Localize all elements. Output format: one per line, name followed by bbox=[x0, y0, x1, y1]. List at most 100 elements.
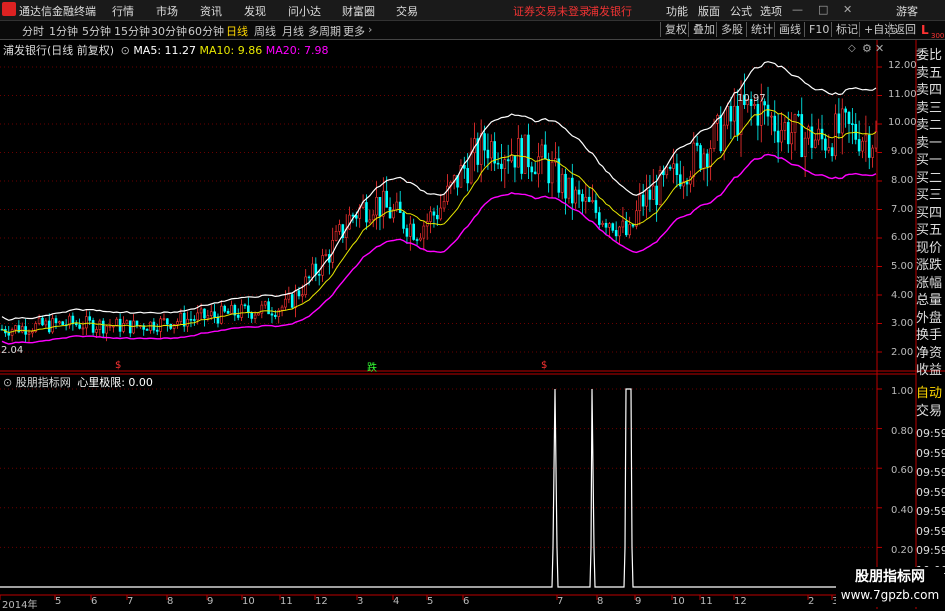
close-icon[interactable]: ✕ bbox=[843, 3, 852, 16]
settings-circle-icon[interactable]: ⊙ bbox=[121, 44, 130, 57]
candle-body bbox=[442, 201, 446, 209]
kline-chart[interactable] bbox=[0, 40, 945, 609]
menu-quotes[interactable]: 行情 bbox=[112, 3, 134, 19]
diamond-icon[interactable]: ◇ bbox=[848, 43, 856, 54]
menu-xiaoda[interactable]: 问小达 bbox=[288, 3, 321, 19]
period-toolbar: 分时 1分钟 5分钟 15分钟 30分钟 60分钟 日线 周线 月线 多周期 更… bbox=[0, 21, 945, 40]
overlay-button[interactable]: 叠加 bbox=[688, 22, 719, 37]
period-1min[interactable]: 1分钟 bbox=[49, 23, 78, 39]
candle-body bbox=[101, 320, 105, 334]
quote-row-change-pct[interactable]: 涨幅 bbox=[916, 275, 945, 293]
trade-tab[interactable]: 交易 bbox=[916, 403, 945, 421]
quote-row-volume[interactable]: 总量 bbox=[916, 292, 945, 310]
quote-row-change[interactable]: 涨跌 bbox=[916, 257, 945, 275]
candle-body bbox=[166, 318, 169, 325]
quote-row-turnover[interactable]: 换手 bbox=[916, 327, 945, 345]
multi-stock-button[interactable]: 多股 bbox=[716, 22, 747, 37]
trade-time: 09:59 bbox=[916, 544, 945, 557]
candle-body bbox=[230, 304, 233, 314]
quote-row-buy5[interactable]: 买五 bbox=[916, 222, 945, 240]
period-more[interactable]: 更多 bbox=[343, 23, 365, 39]
candle-body bbox=[209, 311, 213, 316]
quote-row-sell1[interactable]: 卖一 bbox=[916, 135, 945, 153]
quote-row-price[interactable]: 现价 bbox=[916, 240, 945, 258]
menu-layout[interactable]: 版面 bbox=[698, 3, 720, 19]
candle-body bbox=[388, 207, 392, 219]
quote-row-buy3[interactable]: 买三 bbox=[916, 187, 945, 205]
gear-icon[interactable]: ⚙ bbox=[862, 42, 872, 55]
minimize-icon[interactable]: — bbox=[792, 3, 803, 16]
candle-body bbox=[7, 332, 11, 336]
more-chevron-icon[interactable]: › bbox=[368, 23, 372, 36]
candle-body bbox=[223, 305, 227, 312]
menu-discover[interactable]: 发现 bbox=[244, 3, 266, 19]
period-weekly[interactable]: 周线 bbox=[254, 23, 276, 39]
period-daily[interactable]: 日线 bbox=[226, 23, 248, 39]
menu-bar: 通达信金融终端 行情 市场 资讯 发现 问小达 财富圈 交易 证券交易未登录 浦… bbox=[0, 0, 945, 21]
draw-button[interactable]: 画线 bbox=[774, 22, 805, 37]
candle-body bbox=[851, 123, 854, 125]
candle-body bbox=[618, 226, 621, 237]
candle-body bbox=[773, 115, 777, 132]
quote-row-sell5[interactable]: 卖五 bbox=[916, 65, 945, 83]
candle-body bbox=[753, 104, 756, 106]
y-tick: 6.00 bbox=[891, 232, 914, 243]
adjust-button[interactable]: 复权 bbox=[660, 22, 691, 37]
quote-row-buy4[interactable]: 买四 bbox=[916, 205, 945, 223]
candle-body bbox=[155, 329, 159, 332]
candle-body bbox=[834, 113, 837, 157]
candle-body bbox=[108, 325, 112, 328]
candle-body bbox=[44, 320, 48, 326]
lower-band-line bbox=[1, 153, 877, 345]
candle-body bbox=[179, 312, 183, 322]
quote-row-weibi[interactable]: 委比 bbox=[916, 47, 945, 65]
guest-label[interactable]: 游客 bbox=[896, 3, 918, 19]
quote-row-outer[interactable]: 外盘 bbox=[916, 310, 945, 328]
login-status[interactable]: 证券交易未登录 bbox=[513, 3, 590, 19]
quote-row-netasset[interactable]: 净资 bbox=[916, 345, 945, 363]
period-60min[interactable]: 60分钟 bbox=[188, 23, 224, 39]
mark-button[interactable]: 标记 bbox=[831, 22, 862, 37]
candle-body bbox=[415, 239, 419, 241]
period-timeshare[interactable]: 分时 bbox=[22, 23, 44, 39]
watermark-line2: www.7gpzb.com bbox=[840, 588, 940, 602]
menu-wealth[interactable]: 财富圈 bbox=[342, 3, 375, 19]
candle-body bbox=[601, 222, 604, 225]
menu-market[interactable]: 市场 bbox=[156, 3, 178, 19]
quote-row-eps[interactable]: 收益 bbox=[916, 362, 945, 380]
back-button[interactable]: 返回 bbox=[889, 22, 920, 37]
period-multi[interactable]: 多周期 bbox=[308, 23, 341, 39]
candle-body bbox=[135, 320, 139, 327]
candle-body bbox=[807, 126, 810, 139]
quote-row-buy2[interactable]: 买二 bbox=[916, 170, 945, 188]
candle-body bbox=[736, 105, 739, 135]
menu-formula[interactable]: 公式 bbox=[730, 3, 752, 19]
quote-row-buy1[interactable]: 买一 bbox=[916, 152, 945, 170]
menu-trade[interactable]: 交易 bbox=[396, 3, 418, 19]
period-30min[interactable]: 30分钟 bbox=[151, 23, 187, 39]
candle-body bbox=[496, 162, 500, 165]
indicator-menu-icon[interactable]: ⊙ bbox=[3, 376, 12, 389]
period-5min[interactable]: 5分钟 bbox=[82, 23, 111, 39]
trade-time: 09:59 bbox=[916, 485, 945, 499]
candle-body bbox=[31, 331, 34, 334]
menu-function[interactable]: 功能 bbox=[666, 3, 688, 19]
menu-news[interactable]: 资讯 bbox=[200, 3, 222, 19]
stats-button[interactable]: 统计 bbox=[746, 22, 777, 37]
candle-body bbox=[837, 113, 841, 134]
period-15min[interactable]: 15分钟 bbox=[114, 23, 150, 39]
candle-body bbox=[20, 326, 24, 333]
menu-options[interactable]: 选项 bbox=[760, 3, 782, 19]
period-monthly[interactable]: 月线 bbox=[282, 23, 304, 39]
candle-body bbox=[635, 210, 638, 227]
close-icon[interactable]: ✕ bbox=[875, 42, 884, 55]
restore-icon[interactable]: □ bbox=[818, 3, 828, 16]
high-price-label: 10.97 bbox=[737, 93, 766, 104]
quote-row-sell2[interactable]: 卖二 bbox=[916, 117, 945, 135]
candle-body bbox=[274, 314, 277, 317]
quote-row-sell4[interactable]: 卖四 bbox=[916, 82, 945, 100]
auto-button[interactable]: 自动 bbox=[916, 385, 945, 403]
quote-row-sell3[interactable]: 卖三 bbox=[916, 100, 945, 118]
candle-body bbox=[570, 177, 574, 204]
f10-button[interactable]: F10 bbox=[804, 22, 833, 37]
